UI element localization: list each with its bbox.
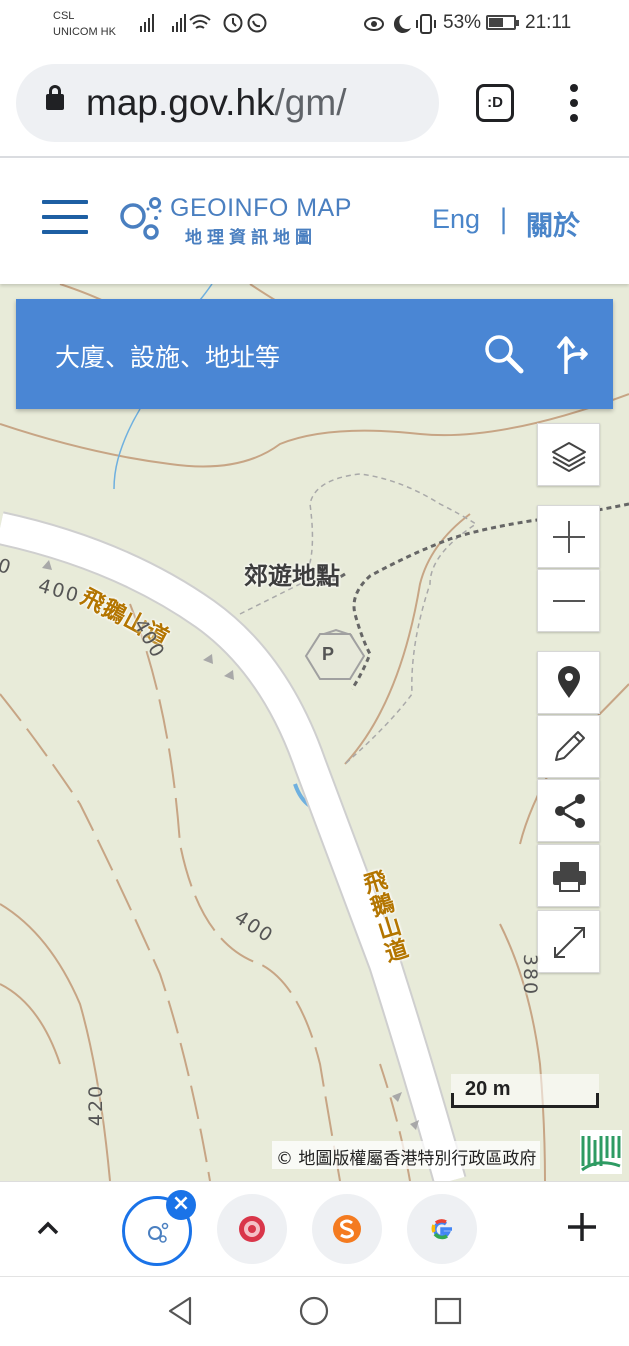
status-right-icons xyxy=(364,14,436,34)
url-host: map.gov.hk xyxy=(86,82,275,123)
directions-icon[interactable] xyxy=(554,332,590,376)
plus-icon xyxy=(553,521,585,553)
language-link[interactable]: Eng xyxy=(432,204,480,235)
print-button[interactable] xyxy=(537,844,600,907)
home-icon[interactable] xyxy=(299,1296,329,1326)
search-bar[interactable]: 大廈、設施、地址等 xyxy=(16,299,613,409)
fullscreen-button[interactable] xyxy=(537,910,600,973)
draw-button[interactable] xyxy=(537,715,600,778)
tab-switcher-button[interactable]: :D xyxy=(476,84,514,122)
s-logo-tab-icon xyxy=(333,1215,361,1243)
tab-2[interactable] xyxy=(217,1194,287,1264)
printer-icon xyxy=(553,862,586,892)
landsd-logo-icon[interactable] xyxy=(580,1130,622,1174)
pencil-icon xyxy=(555,731,585,761)
search-icon[interactable] xyxy=(482,332,526,376)
site-header: GEOINFO MAP 地理資訊地圖 Eng | 關於 xyxy=(0,160,629,284)
map-canvas[interactable]: 大廈、設施、地址等 郊遊地點 P 飛鵝山道 飛鵝山道 0 400 400 400… xyxy=(0,284,629,1181)
carrier-name-2: UNICOM HK xyxy=(53,26,116,38)
map-base-layer[interactable] xyxy=(0,284,629,1181)
tab-3[interactable] xyxy=(312,1194,382,1264)
zoom-out-button[interactable] xyxy=(537,569,600,632)
scale-bar: 20 m xyxy=(451,1074,599,1108)
address-bar[interactable]: map.gov.hk/gm/ xyxy=(16,64,439,142)
copyright-notice: © 地圖版權屬香港特別行政區政府 xyxy=(272,1141,541,1169)
recents-icon[interactable] xyxy=(433,1296,463,1326)
parking-label[interactable]: P xyxy=(322,644,334,665)
new-tab-icon[interactable] xyxy=(566,1211,598,1243)
zoom-in-button[interactable] xyxy=(537,505,600,568)
logo-text-zh[interactable]: 地理資訊地圖 xyxy=(185,223,317,248)
contour-label: 420 xyxy=(85,1083,108,1127)
signal-wifi-icons xyxy=(140,13,267,33)
more-options-icon[interactable] xyxy=(562,84,586,124)
clock: 21:11 xyxy=(525,12,572,33)
share-icon xyxy=(555,794,585,828)
lock-icon[interactable] xyxy=(46,85,64,110)
battery-level xyxy=(489,18,503,27)
scale-line xyxy=(451,1093,599,1108)
menu-icon[interactable] xyxy=(42,200,88,236)
close-tab-icon[interactable]: × xyxy=(166,1190,196,1220)
share-button[interactable] xyxy=(537,779,600,842)
header-separator: | xyxy=(499,204,509,235)
chevron-up-icon[interactable] xyxy=(36,1216,60,1240)
about-link[interactable]: 關於 xyxy=(526,204,580,243)
layers-button[interactable] xyxy=(537,423,600,486)
battery-icon xyxy=(486,15,519,30)
back-icon[interactable] xyxy=(166,1296,196,1326)
system-nav-bar xyxy=(0,1276,629,1346)
contour-label: 380 xyxy=(519,953,542,997)
google-tab-icon xyxy=(431,1219,452,1240)
place-label[interactable]: 郊遊地點 xyxy=(244,556,340,591)
tab-strip: × xyxy=(0,1181,629,1276)
tab-4[interactable] xyxy=(407,1194,477,1264)
my-location-button[interactable] xyxy=(537,651,600,714)
minus-icon xyxy=(553,600,585,602)
emblem-tab-icon xyxy=(239,1216,265,1242)
carrier-info: CSL UNICOM HK xyxy=(53,8,116,40)
search-input[interactable]: 大廈、設施、地址等 xyxy=(55,338,280,374)
url-text[interactable]: map.gov.hk/gm/ xyxy=(86,80,347,126)
battery-percent: 53% xyxy=(443,12,482,33)
layers-icon xyxy=(552,442,586,472)
status-bar: CSL UNICOM HK 53% 21:11 xyxy=(0,0,629,48)
browser-toolbar: map.gov.hk/gm/ :D xyxy=(0,48,629,158)
expand-icon xyxy=(554,927,585,958)
url-path: /gm/ xyxy=(274,82,347,123)
logo-text-en[interactable]: GEOINFO MAP xyxy=(170,194,352,223)
location-pin-icon xyxy=(558,666,580,698)
carrier-name: CSL xyxy=(53,10,75,22)
geoinfo-logo-icon xyxy=(120,197,162,240)
